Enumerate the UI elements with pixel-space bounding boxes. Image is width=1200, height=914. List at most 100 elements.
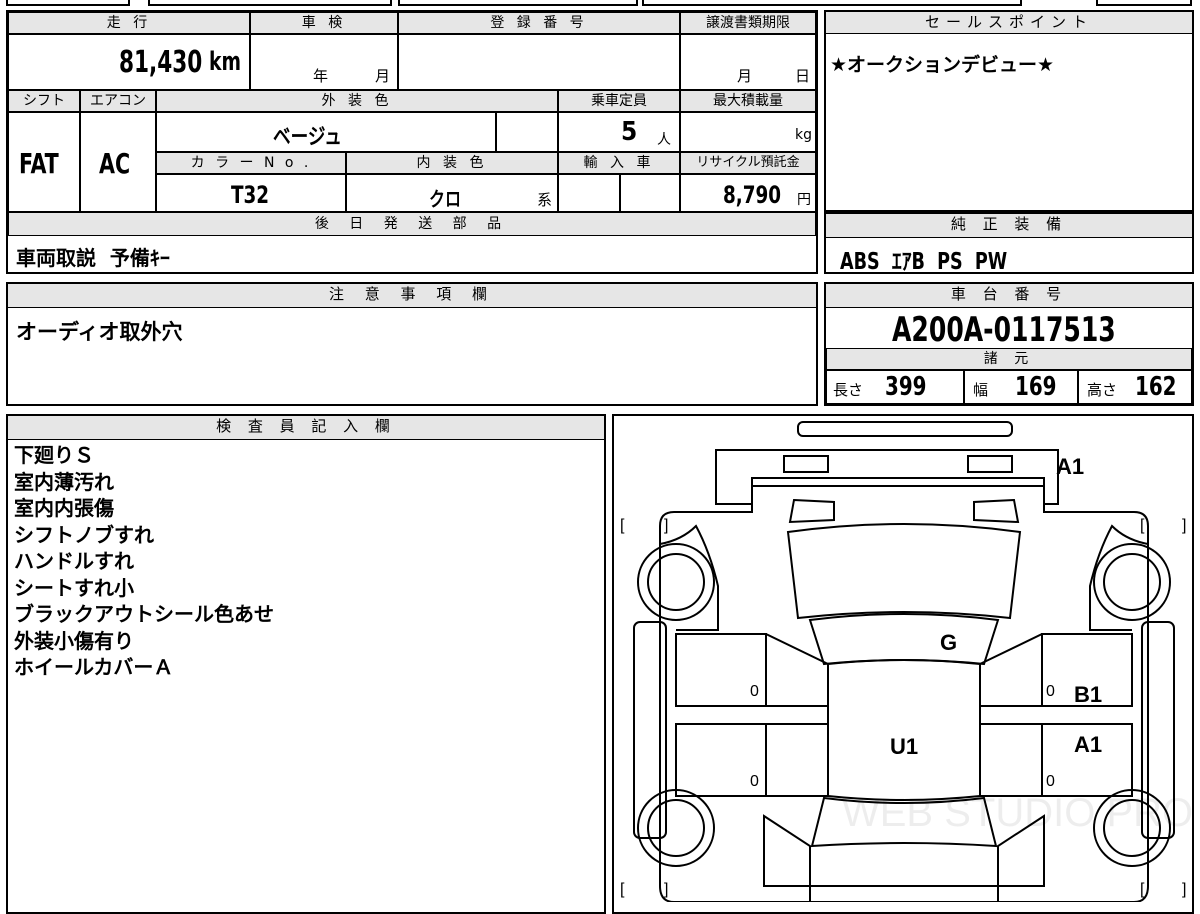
bracket-rr-close: ] — [1182, 881, 1186, 898]
windshield — [808, 613, 1000, 666]
bracket-fr-open: [ — [1140, 517, 1145, 534]
inspector-box: 検 査 員 記 入 欄 下廻りＳ 室内薄汚れ 室内内張傷 シフトノブすれ ハンド… — [6, 414, 606, 914]
specs-header: 諸 元 — [826, 348, 1192, 370]
deadline-month-suffix: 月 — [737, 67, 753, 85]
capacity-header: 乗車定員 — [558, 90, 680, 112]
equipment-box: 純 正 装 備 ABS ｴｱB PS PW — [824, 212, 1194, 275]
registration-cell — [398, 34, 680, 90]
right-front-glass — [973, 498, 1020, 524]
bracket-fr-close: ] — [1182, 517, 1186, 534]
inspector-note: シートすれ小 — [14, 575, 134, 600]
left-headlight — [783, 455, 829, 473]
width-value: 169 — [1015, 372, 1057, 402]
top-cropped-strip — [0, 0, 1200, 6]
right-door-lines — [979, 633, 1043, 797]
left-front-fender — [659, 524, 719, 631]
interior-color-value: クロ — [429, 187, 461, 211]
deadline-day-suffix: 日 — [795, 67, 811, 85]
length-cell: 長さ 399 — [826, 370, 964, 404]
inspector-note: 室内内張傷 — [14, 496, 114, 520]
mileage-header: 走 行 — [8, 12, 250, 34]
chassis-header: 車 台 番 号 — [826, 284, 1192, 308]
color-no-value: T32 — [231, 181, 270, 209]
hood — [786, 523, 1022, 620]
height-label: 高さ — [1087, 381, 1118, 399]
bracket-fl-open: [ — [620, 517, 625, 534]
import-cell-b — [620, 174, 680, 212]
capacity-unit: 人 — [657, 132, 671, 148]
aircon-cell: AC — [80, 112, 156, 212]
height-value: 162 — [1135, 372, 1177, 402]
transfer-deadline-cell: 月 日 — [680, 34, 816, 90]
exterior-color-header: 外 装 色 — [156, 90, 558, 112]
mileage-value: 81,430 — [119, 45, 203, 80]
shift-cell: FAT — [8, 112, 80, 212]
capacity-cell: 5 人 — [558, 112, 680, 152]
notes-header: 注 意 事 項 欄 — [8, 284, 816, 308]
shift-value: FAT — [19, 147, 59, 180]
left-front-glass — [788, 498, 835, 524]
capacity-value: 5 — [621, 117, 638, 147]
zero-mark: 0 — [1046, 683, 1055, 700]
equipment-header: 純 正 装 備 — [826, 214, 1192, 238]
mark-front-right: A1 — [1056, 454, 1084, 479]
notes-box: 注 意 事 項 欄 オーディオ取外穴 — [6, 282, 818, 406]
color-no-cell: T32 — [156, 174, 346, 212]
width-label: 幅 — [973, 381, 989, 399]
mileage-unit: km — [209, 47, 241, 77]
mark-hood: G — [940, 630, 957, 655]
equipment-value: ABS ｴｱB PS PW — [840, 249, 1008, 275]
bracket-rr-open: [ — [1140, 881, 1145, 898]
shift-header: シフト — [8, 90, 80, 112]
right-front-wheel — [1093, 543, 1171, 621]
inspector-note: ブラックアウトシール色あせ — [14, 602, 274, 626]
right-front-fender — [1089, 524, 1149, 631]
roof — [827, 659, 981, 801]
width-cell: 幅 169 — [964, 370, 1078, 404]
left-side-sill — [633, 621, 667, 839]
zero-mark: 0 — [750, 773, 759, 790]
length-value: 399 — [885, 372, 927, 402]
sales-point-value: ★オークションデビュー★ — [830, 54, 1055, 76]
bracket-fl-close: ] — [664, 517, 668, 534]
bracket-rl-open: [ — [620, 881, 625, 898]
notes-value: オーディオ取外穴 — [16, 320, 183, 344]
registration-header: 登 録 番 号 — [398, 12, 680, 34]
import-cell-a — [558, 174, 620, 212]
max-load-cell: kg — [680, 112, 816, 152]
length-label: 長さ — [833, 381, 864, 399]
inspector-note: 室内薄汚れ — [14, 469, 114, 494]
color-no-header: カ ラ ー N o . — [156, 152, 346, 174]
inspector-note: ハンドルすれ — [14, 549, 134, 573]
zero-mark: 0 — [750, 683, 759, 700]
left-front-wheel — [637, 543, 715, 621]
import-header: 輸 入 車 — [558, 152, 680, 174]
inspection-month-suffix: 月 — [375, 67, 391, 85]
left-rear-wheel — [637, 789, 715, 867]
aircon-header: エアコン — [80, 90, 156, 112]
left-rear-quarter — [763, 814, 811, 887]
load-unit: kg — [795, 127, 812, 143]
mileage-cell: 81,430 km — [8, 34, 250, 90]
interior-color-cell: クロ 系 — [346, 174, 558, 212]
inspection-cell: 年 月 — [250, 34, 398, 90]
recycle-cell: 8,790 円 — [680, 174, 816, 212]
mark-roof: U1 — [890, 734, 918, 759]
watermark: WEB STUDIO PRO — [842, 791, 1192, 835]
car-diagram: [ ] [ ] [ ] [ ] 0 0 0 0 A1 G U1 B1 A1 WE… — [620, 421, 1192, 902]
interior-color-suffix: 系 — [537, 191, 553, 209]
inspector-notes-list: 下廻りＳ 室内薄汚れ 室内内張傷 シフトノブすれ ハンドルすれ シートすれ小 ブ… — [14, 442, 274, 681]
inspection-year-suffix: 年 — [313, 67, 329, 85]
inspector-note: 下廻りＳ — [14, 443, 94, 467]
inspector-note: 外装小傷有り — [14, 628, 134, 653]
transfer-deadline-header: 譲渡書類期限 — [680, 12, 816, 34]
front-bumper-bar — [797, 421, 1013, 437]
mark-right-front-door: B1 — [1074, 682, 1102, 707]
recycle-header: リサイクル預託金 — [680, 152, 816, 174]
inspection-header: 車 検 — [250, 12, 398, 34]
recycle-unit: 円 — [797, 192, 811, 208]
right-headlight — [967, 455, 1013, 473]
bracket-rl-close: ] — [664, 881, 668, 898]
later-parts-header: 後 日 発 送 部 品 — [8, 212, 816, 236]
recycle-value: 8,790 — [723, 181, 782, 209]
